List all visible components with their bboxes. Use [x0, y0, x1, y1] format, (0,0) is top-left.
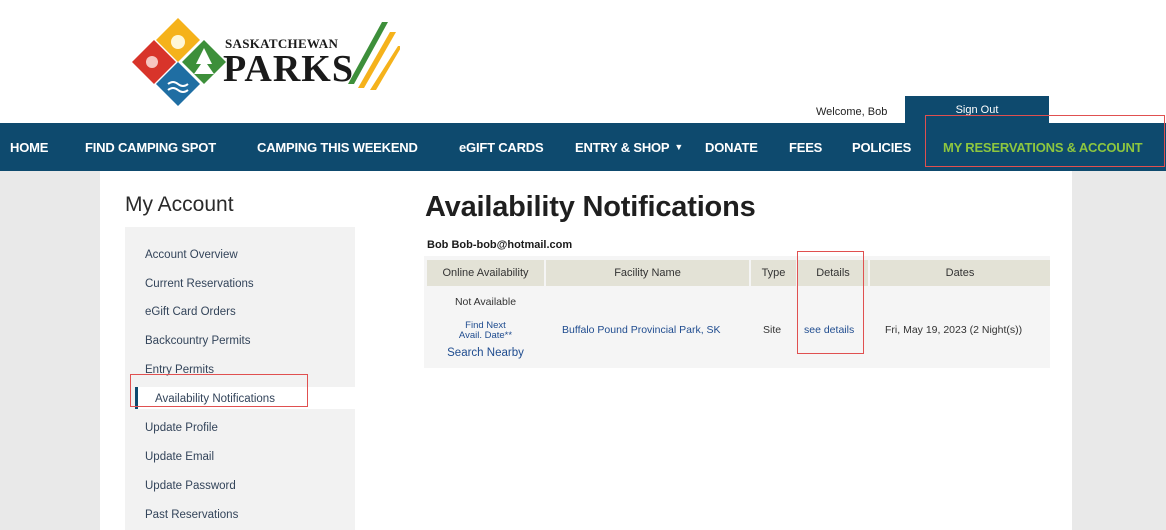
- column-header-dates: Dates: [870, 260, 1050, 286]
- nav-my-reservations-account[interactable]: MY RESERVATIONS & ACCOUNT: [943, 123, 1143, 171]
- sidebar-item-egift-card-orders[interactable]: eGift Card Orders: [145, 306, 236, 318]
- sidebar-item-current-reservations[interactable]: Current Reservations: [145, 278, 254, 290]
- reservation-dates: Fri, May 19, 2023 (2 Night(s)): [885, 324, 1023, 336]
- sidebar-active-indicator: [135, 387, 138, 409]
- notifications-table: Online Availability Facility Name Type D…: [424, 256, 1050, 368]
- page-title: Availability Notifications: [425, 191, 756, 223]
- table-header-row: Online Availability Facility Name Type D…: [424, 256, 1050, 286]
- find-next-line-2: Avail. Date**: [458, 330, 513, 341]
- sidebar-item-update-profile[interactable]: Update Profile: [145, 422, 218, 434]
- parks-diamond-logo-icon: [132, 18, 226, 106]
- nav-entry-shop-label: ENTRY & SHOP: [575, 139, 670, 155]
- sidebar-item-past-reservations[interactable]: Past Reservations: [145, 509, 238, 521]
- chevron-down-icon: ▼: [674, 142, 684, 152]
- see-details-link[interactable]: see details: [804, 324, 854, 336]
- account-user-email: Bob Bob-bob@hotmail.com: [427, 239, 573, 251]
- sign-out-button[interactable]: Sign Out: [905, 96, 1049, 123]
- column-header-facility-name: Facility Name: [546, 260, 749, 286]
- column-header-type: Type: [751, 260, 796, 286]
- logo-swoosh-icon: [348, 22, 400, 90]
- site-header: SASKATCHEWAN PARKS Welcome, Bob Sign Out: [0, 0, 1166, 123]
- nav-entry-shop[interactable]: ENTRY & SHOP ▼: [575, 123, 683, 171]
- find-next-available-link[interactable]: Find Next Avail. Date**: [424, 321, 547, 341]
- nav-fees[interactable]: FEES: [789, 123, 822, 171]
- availability-status: Not Available: [454, 296, 517, 308]
- sidebar-item-account-overview[interactable]: Account Overview: [145, 249, 238, 261]
- nav-find-camping-spot[interactable]: FIND CAMPING SPOT: [85, 123, 216, 171]
- nav-camping-this-weekend[interactable]: CAMPING THIS WEEKEND: [257, 123, 418, 171]
- site-type: Site: [763, 324, 782, 336]
- nav-egift-cards[interactable]: eGIFT CARDS: [459, 123, 544, 171]
- facility-name-link[interactable]: Buffalo Pound Provincial Park, SK: [562, 324, 721, 336]
- nav-policies[interactable]: POLICIES: [852, 123, 911, 171]
- sidebar-item-availability-notifications[interactable]: Availability Notifications: [155, 393, 275, 405]
- welcome-text: Welcome, Bob: [816, 106, 888, 118]
- nav-home[interactable]: HOME: [10, 123, 48, 171]
- nav-donate[interactable]: DONATE: [705, 123, 758, 171]
- search-nearby-link[interactable]: Search Nearby: [424, 347, 547, 359]
- sidebar-item-update-email[interactable]: Update Email: [145, 451, 214, 463]
- column-header-details: Details: [798, 260, 868, 286]
- column-header-online-availability: Online Availability: [427, 260, 544, 286]
- saskatchewan-parks-logo[interactable]: SASKATCHEWAN PARKS: [130, 16, 410, 106]
- sidebar-item-backcountry-permits[interactable]: Backcountry Permits: [145, 335, 250, 347]
- sidebar-title: My Account: [125, 193, 234, 216]
- main-navigation: HOME FIND CAMPING SPOT CAMPING THIS WEEK…: [0, 123, 1166, 171]
- logo-text-main: PARKS: [223, 48, 354, 90]
- account-sidebar: Account Overview Current Reservations eG…: [125, 227, 355, 530]
- sidebar-item-update-password[interactable]: Update Password: [145, 480, 236, 492]
- sidebar-item-entry-permits[interactable]: Entry Permits: [145, 364, 214, 376]
